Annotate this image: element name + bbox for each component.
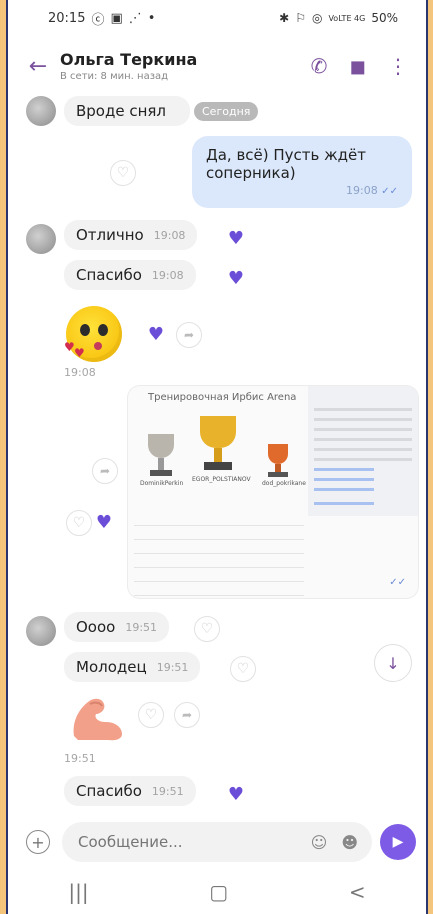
like-heart-icon[interactable]: ♡ [230, 656, 256, 682]
message-text: Отлично [76, 226, 144, 244]
share-icon[interactable]: ➦ [174, 702, 200, 728]
message-bubble[interactable]: Отлично 19:08 [64, 220, 198, 250]
liked-heart-icon[interactable]: ♥ [144, 322, 168, 346]
message-bubble-outgoing[interactable]: Да, всё) Пусть ждёт соперника) 19:08 ✓✓ [192, 136, 412, 208]
silver-trophy-icon [148, 434, 174, 458]
sticker-icon[interactable]: ☻ [341, 833, 358, 852]
message-text: Вроде снял [76, 102, 167, 120]
avatar[interactable] [26, 224, 56, 254]
like-heart-icon[interactable]: ♡ [110, 160, 136, 186]
read-ticks-icon: ✓✓ [381, 186, 398, 197]
liked-heart-icon[interactable]: ♥ [224, 226, 248, 250]
share-icon[interactable]: ➦ [92, 458, 118, 484]
emoji-icon[interactable]: ☺ [311, 833, 328, 852]
message-bubble[interactable]: Оооо 19:51 [64, 612, 170, 642]
message-time: 19:08 [346, 184, 378, 197]
network-indicator: VoLTE 4G [328, 13, 366, 23]
message-time: 19:51 [151, 784, 184, 798]
status-icon-2: ▣ [110, 10, 123, 26]
contact-info[interactable]: Ольга Теркина В сети: 8 мин. назад [60, 50, 311, 82]
compose-bar: + ☺ ☻ ▶ [8, 814, 426, 870]
bronze-trophy-icon [268, 444, 288, 464]
player-label: EGOR_POLSTIANOV [192, 476, 251, 483]
contact-name: Ольга Теркина [60, 50, 198, 69]
share-icon[interactable]: ➦ [176, 322, 202, 348]
system-nav-bar: ||| ▢ < [8, 870, 426, 914]
message-input[interactable] [76, 832, 280, 852]
image-title: Тренировочная Ирбис Arena [148, 392, 297, 403]
message-bubble[interactable]: Молодец 19:51 [64, 652, 201, 682]
wifi-icon: ◎ [311, 11, 323, 25]
message-bubble[interactable]: Спасибо 19:08 [64, 260, 196, 290]
more-options-icon[interactable]: ⋮ [388, 54, 408, 78]
status-icon-4: • [147, 10, 156, 26]
like-heart-icon[interactable]: ♡ [66, 510, 92, 536]
message-time: 19:08 [151, 268, 184, 282]
liked-heart-icon[interactable]: ♥ [224, 266, 248, 290]
message-list[interactable]: Вроде снял Сегодня ♡ Да, всё) Пусть ждёт… [8, 96, 426, 814]
liked-heart-icon[interactable]: ♥ [224, 782, 248, 806]
date-badge: Сегодня [194, 102, 259, 121]
message-time: 19:51 [125, 620, 158, 634]
message-text: Да, всё) Пусть ждёт соперника) [206, 146, 366, 182]
clock: 20:15 [48, 10, 86, 26]
message-bubble[interactable]: Спасибо 19:51 [64, 776, 196, 806]
flexed-biceps-sticker[interactable] [68, 692, 128, 742]
chat-header: ← Ольга Теркина В сети: 8 мин. назад ✆ ◼… [8, 36, 426, 96]
battery-level: 50% [371, 11, 398, 25]
kiss-emoji-sticker[interactable]: ♥ ♥ [64, 306, 122, 362]
contact-status: В сети: 8 мин. назад [60, 71, 169, 82]
liked-heart-icon[interactable]: ♥ [92, 510, 116, 534]
message-text: Молодец [76, 658, 147, 676]
phone-call-icon[interactable]: ✆ [311, 54, 328, 78]
mute-icon: ⚐ [295, 11, 306, 25]
like-heart-icon[interactable]: ♡ [194, 616, 220, 642]
message-text: Спасибо [76, 782, 142, 800]
screenshot-image[interactable]: Тренировочная Ирбис Arena DominikPerkin … [128, 386, 418, 598]
message-text: Оооо [76, 618, 116, 636]
system-back-icon[interactable]: < [349, 880, 366, 904]
gold-trophy-icon [200, 416, 236, 448]
message-time: 19:08 [64, 366, 96, 379]
message-bubble[interactable]: Вроде снял [64, 96, 191, 126]
player-label: dod_pokrikane [262, 480, 306, 487]
player-label: DominikPerkin [140, 480, 184, 487]
attach-plus-icon[interactable]: + [26, 830, 50, 854]
message-time: 19:51 [156, 660, 189, 674]
bluetooth-icon: ✱ [279, 11, 290, 25]
message-input-container[interactable]: ☺ ☻ [62, 822, 372, 862]
avatar[interactable] [26, 96, 56, 126]
scroll-to-bottom-button[interactable]: ↓ [374, 644, 412, 682]
status-icon-1: ⓒ [91, 12, 105, 28]
recents-icon[interactable]: ||| [68, 880, 88, 904]
home-icon[interactable]: ▢ [209, 880, 228, 904]
back-arrow-icon[interactable]: ← [16, 54, 60, 79]
read-ticks-icon: ✓✓ [389, 577, 406, 588]
message-time: 19:08 [153, 228, 186, 242]
like-heart-icon[interactable]: ♡ [138, 702, 164, 728]
message-time: 19:51 [64, 752, 96, 765]
message-text: Спасибо [76, 266, 142, 284]
avatar[interactable] [26, 616, 56, 646]
status-bar: 20:15 ⓒ ▣ ⋰ • ✱ ⚐ ◎ VoLTE 4G 50% [8, 0, 426, 36]
phone-screen: 20:15 ⓒ ▣ ⋰ • ✱ ⚐ ◎ VoLTE 4G 50% ← Ольга… [6, 0, 428, 914]
video-call-icon[interactable]: ◼ [349, 54, 366, 78]
status-icon-3: ⋰ [128, 10, 142, 26]
send-button[interactable]: ▶ [380, 824, 416, 860]
